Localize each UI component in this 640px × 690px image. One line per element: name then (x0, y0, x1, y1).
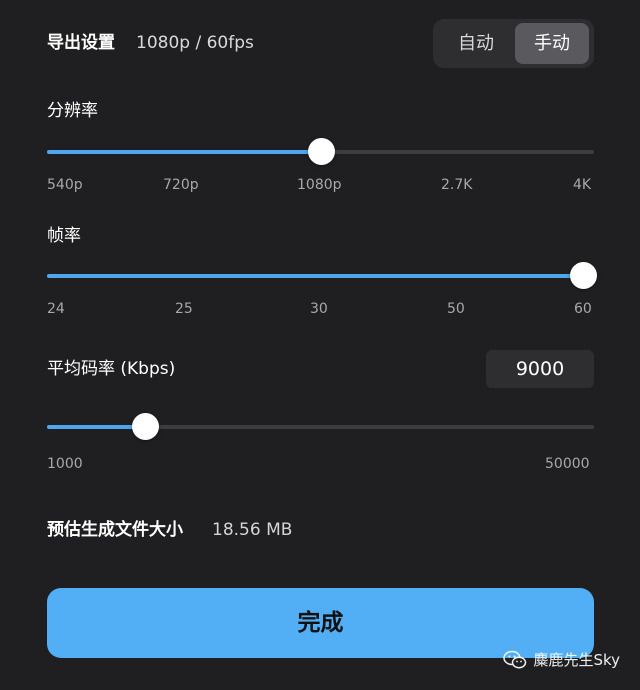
bitrate-slider-thumb[interactable] (132, 413, 160, 440)
manual-mode-button[interactable]: 手动 (515, 23, 589, 64)
estimated-size-label: 预估生成文件大小 (47, 520, 183, 540)
resolution-tick-540p: 540p (47, 177, 83, 193)
resolution-tick-1080p: 1080p (297, 177, 342, 193)
framerate-label: 帧率 (47, 226, 81, 246)
bitrate-input[interactable]: 9000 (486, 350, 594, 388)
done-button[interactable]: 完成 (47, 588, 594, 658)
framerate-tick-30: 30 (310, 301, 328, 317)
framerate-tick-25: 25 (175, 301, 193, 317)
framerate-slider-thumb[interactable] (570, 262, 597, 289)
estimated-size-value: 18.56 MB (212, 520, 293, 540)
watermark: 麋鹿先生Sky (503, 649, 620, 670)
mode-toggle: 自动 手动 (433, 19, 594, 68)
resolution-slider[interactable] (47, 138, 594, 165)
bitrate-min-label: 1000 (47, 456, 83, 472)
watermark-text: 麋鹿先生Sky (533, 651, 620, 669)
resolution-tick-2-7k: 2.7K (441, 177, 473, 193)
resolution-slider-thumb[interactable] (307, 138, 335, 165)
bitrate-slider[interactable] (47, 413, 594, 440)
export-settings-title: 导出设置 (47, 33, 115, 53)
resolution-slider-fill (47, 150, 321, 154)
bitrate-slider-fill (47, 425, 146, 429)
export-settings-summary: 1080p / 60fps (136, 33, 254, 53)
framerate-tick-60: 60 (574, 301, 592, 317)
resolution-label: 分辨率 (47, 101, 98, 121)
wechat-icon (503, 650, 527, 668)
framerate-slider[interactable] (47, 262, 597, 289)
auto-mode-button[interactable]: 自动 (439, 23, 513, 64)
framerate-slider-fill (47, 274, 583, 278)
resolution-tick-4k: 4K (573, 177, 592, 193)
framerate-tick-24: 24 (47, 301, 65, 317)
bitrate-label: 平均码率 (Kbps) (47, 359, 176, 379)
bitrate-max-label: 50000 (545, 456, 590, 472)
resolution-tick-720p: 720p (163, 177, 199, 193)
framerate-tick-50: 50 (447, 301, 465, 317)
